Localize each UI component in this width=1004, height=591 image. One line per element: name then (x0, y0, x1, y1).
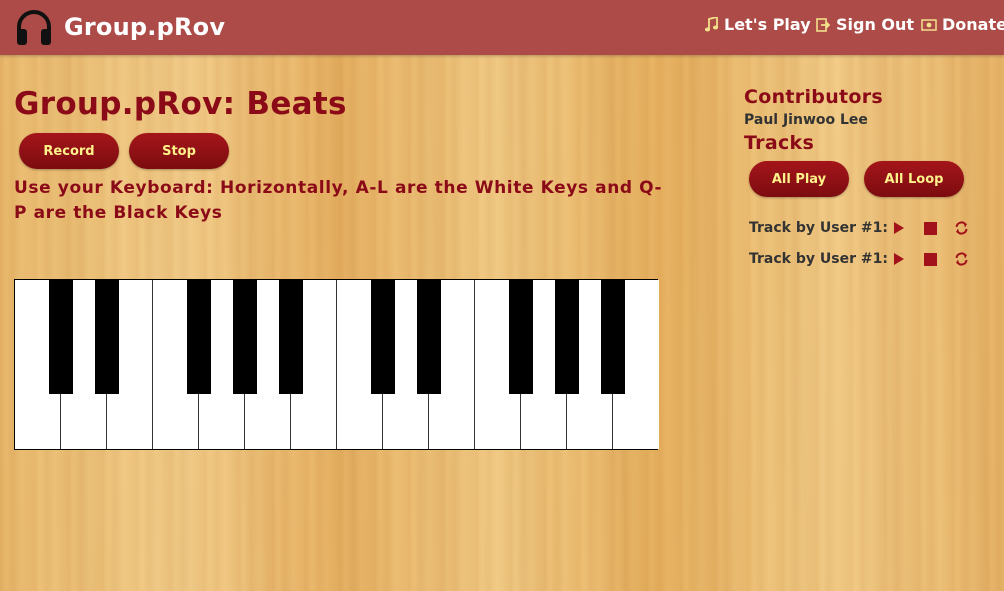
record-button[interactable]: Record (19, 133, 119, 169)
stop-icon[interactable] (920, 218, 940, 238)
play-icon[interactable] (889, 249, 909, 269)
black-key[interactable] (187, 280, 211, 394)
stop-icon[interactable] (920, 249, 940, 269)
track-label: Track by User #1: (749, 251, 888, 267)
black-key[interactable] (279, 280, 303, 394)
contributors-heading: Contributors (744, 86, 884, 108)
nav-donate[interactable]: Donate (921, 15, 1004, 34)
play-icon[interactable] (889, 218, 909, 238)
sign-out-icon (816, 17, 831, 32)
nav-sign-out-label: Sign Out (836, 15, 915, 34)
stop-button[interactable]: Stop (129, 133, 229, 169)
black-key[interactable] (371, 280, 395, 394)
track-row: Track by User #1: (749, 218, 982, 238)
brand-name: Group.pRov (64, 13, 226, 41)
navbar: Group.pRov Let's Play Sign Out Donate (0, 0, 1004, 55)
nav-sign-out[interactable]: Sign Out (816, 15, 914, 34)
all-play-button[interactable]: All Play (749, 161, 849, 197)
black-key[interactable] (95, 280, 119, 394)
black-key[interactable] (555, 280, 579, 394)
loop-icon[interactable] (951, 218, 971, 238)
brand[interactable]: Group.pRov (14, 7, 225, 47)
keyboard-instructions: Use your Keyboard: Horizontally, A-L are… (14, 178, 663, 223)
money-icon (921, 18, 937, 31)
nav-lets-play[interactable]: Let's Play (704, 15, 811, 34)
music-note-icon (704, 16, 719, 33)
black-key[interactable] (49, 280, 73, 394)
black-key[interactable] (417, 280, 441, 394)
nav-donate-label: Donate (942, 15, 1004, 34)
piano-keyboard (14, 279, 659, 450)
tracks-heading: Tracks (744, 132, 815, 154)
black-key[interactable] (233, 280, 257, 394)
nav-lets-play-label: Let's Play (724, 15, 811, 34)
loop-icon[interactable] (951, 249, 971, 269)
black-key[interactable] (509, 280, 533, 394)
all-loop-button[interactable]: All Loop (864, 161, 964, 197)
contributor-name: Paul Jinwoo Lee (744, 112, 868, 128)
headphones-icon (14, 7, 54, 47)
track-label: Track by User #1: (749, 220, 888, 236)
page-title: Group.pRov: Beats (14, 86, 347, 122)
black-key[interactable] (601, 280, 625, 394)
track-row: Track by User #1: (749, 249, 982, 269)
